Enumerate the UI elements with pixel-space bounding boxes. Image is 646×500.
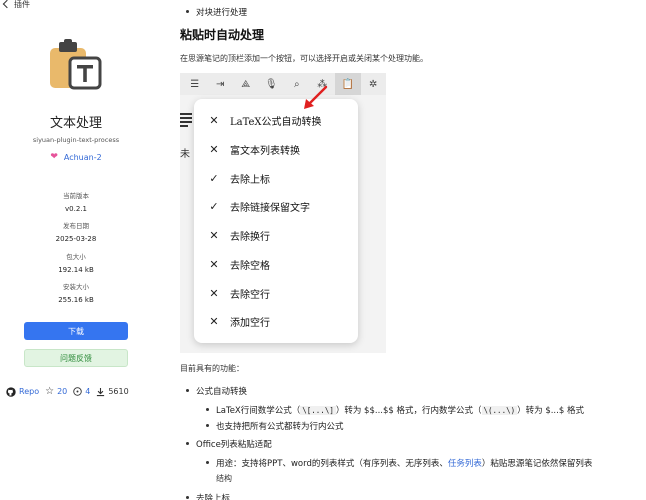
heart-icon: ❤	[50, 152, 58, 162]
download-button[interactable]: 下载	[24, 322, 128, 340]
meta-value: 255.16 kB	[58, 296, 94, 304]
text-segment: 用途：支持将PPT、word的列表样式（有序列表、无序列表、	[216, 459, 448, 469]
check-icon: ✓	[209, 172, 219, 185]
issue-icon	[73, 387, 82, 396]
menu-item-remove-empty-lines: ✕ 去除空行	[208, 286, 270, 301]
section-intro: 在思源笔记的顶栏添加一个按钮，可以选择开启或关闭某个处理功能。	[180, 54, 428, 63]
meta-value: v0.2.1	[65, 205, 87, 213]
meta-value: 2025-03-28	[55, 235, 97, 243]
meta-release-date: 发布日期 2025-03-28	[0, 220, 152, 243]
list-item: 公式自动转换	[185, 387, 248, 397]
menu-item-latex: ✕ LaTeX公式自动转换	[208, 113, 322, 128]
list-item: 也支持把所有公式都转为行内公式	[206, 422, 344, 432]
plugin-package-name: siyuan-plugin-text-process	[32, 136, 120, 144]
author-name: Achuan-2	[63, 152, 102, 162]
downloads-count: 5610	[96, 387, 129, 397]
check-icon: ✓	[209, 200, 219, 213]
features-intro: 目前具有的功能：	[180, 364, 244, 373]
menu-item-remove-linebreaks: ✕ 去除换行	[208, 228, 270, 243]
paste-options-menu: ✕ LaTeX公式自动转换 ✕ 富文本列表转换 ✓ 去除上标 ✓ 去除链接保留文字 ✕ 去…	[194, 99, 358, 343]
download-icon	[97, 387, 105, 396]
menu-item-label: 添加空行	[230, 318, 270, 329]
menu-item-richtext-list: ✕ 富文本列表转换	[208, 142, 300, 157]
clipboard-icon: 📋	[335, 73, 361, 95]
text-segment: ）粘贴思源笔记依然保留列表	[481, 459, 593, 469]
x-icon: ✕	[209, 287, 219, 300]
menu-item-label: 富文本列表转换	[230, 146, 300, 157]
inline-code: \[...\]	[300, 406, 336, 415]
list-item: 去除上标	[185, 492, 230, 500]
menu-item-label: 去除上标	[230, 175, 270, 186]
author-link[interactable]: ❤ Achuan-2	[0, 152, 152, 162]
red-arrow-icon	[304, 85, 328, 109]
meta-key: 包大小	[66, 253, 86, 261]
meta-current-version: 当前版本 v0.2.1	[0, 190, 152, 213]
meta-key: 当前版本	[63, 192, 89, 200]
meta-install-size: 安装大小 255.16 kB	[0, 281, 152, 304]
menu-item-label: 去除空格	[230, 261, 270, 272]
list-item: 对块进行处理	[185, 8, 248, 18]
menu-item-label: 去除链接保留文字	[230, 203, 310, 214]
issues-value: 4	[85, 387, 91, 396]
meta-key: 发布日期	[63, 222, 89, 230]
repo-stats: Repo ☆ 20 4 5610	[6, 386, 129, 397]
list-icon: ☰	[190, 78, 200, 90]
sign-icon: ⟁	[241, 78, 251, 90]
screenshot-figure: ☰ ⇥ ⟁ 🎙 ⌕ ⁂ 📋 ✲ 未 ✕ LaTeX公式自动转换 ✕ 富文本列表转换 …	[180, 73, 386, 353]
plugin-title: 文本处理	[49, 116, 102, 131]
inline-code: \(...\)	[481, 406, 518, 415]
feedback-button[interactable]: 问题反馈	[24, 349, 128, 367]
menu-item-remove-superscript: ✓ 去除上标	[208, 171, 270, 186]
stars-value: 20	[57, 387, 68, 396]
plugin-clipboard-icon	[50, 39, 102, 90]
plugin-info-panel: 文本处理 siyuan-plugin-text-process ❤ Achuan…	[0, 0, 152, 500]
readme-content: 对块进行处理 粘贴时自动处理 在思源笔记的顶栏添加一个按钮，可以选择开启或关闭某…	[180, 0, 646, 500]
figure-toolbar: ☰ ⇥ ⟁ 🎙 ⌕ ⁂ 📋 ✲	[180, 73, 386, 95]
menu-item-label: LaTeX公式自动转换	[230, 117, 322, 128]
menu-item-label: 去除空行	[230, 290, 270, 301]
repo-label: Repo	[19, 387, 40, 396]
mic-icon: 🎙	[264, 78, 278, 90]
menu-item-remove-links: ✓ 去除链接保留文字	[208, 199, 310, 214]
menu-item-add-empty-lines: ✕ 添加空行	[208, 314, 270, 329]
puzzle-icon: ✲	[369, 78, 378, 90]
menu-item-label: 去除换行	[230, 232, 270, 243]
x-icon: ✕	[209, 315, 219, 328]
x-icon: ✕	[209, 258, 219, 271]
text-segment: ）转为 $$...$$ 格式，行内数学公式（	[335, 406, 482, 416]
list-item-wrap: 结构	[216, 474, 232, 483]
x-icon: ✕	[209, 114, 219, 127]
meta-key: 安装大小	[63, 283, 89, 291]
downloads-value: 5610	[108, 387, 129, 396]
login-icon: ⇥	[216, 78, 225, 90]
meta-package-size: 包大小 192.14 kB	[0, 251, 152, 274]
x-icon: ✕	[209, 229, 219, 242]
issues-count[interactable]: 4	[73, 387, 90, 396]
list-item: Office列表粘贴适配	[186, 440, 272, 450]
text-segment: LaTeX行间数学公式（	[216, 406, 301, 416]
section-heading: 粘贴时自动处理	[180, 28, 265, 42]
align-left-icon	[180, 113, 192, 129]
list-item: 用途：支持将PPT、word的列表样式（有序列表、无序列表、任务列表）粘贴思源笔…	[205, 457, 593, 469]
menu-item-remove-spaces: ✕ 去除空格	[208, 257, 270, 272]
task-list-link[interactable]: 任务列表	[448, 459, 482, 469]
meta-value: 192.14 kB	[58, 266, 94, 274]
repo-link[interactable]: Repo	[6, 386, 40, 397]
x-icon: ✕	[209, 143, 219, 156]
stars-count[interactable]: ☆ 20	[45, 386, 67, 397]
star-icon: ☆	[45, 386, 55, 397]
github-icon	[6, 386, 16, 397]
text-segment: ）转为 $...$ 格式	[517, 406, 584, 416]
figure-text: 未	[180, 149, 190, 160]
list-item: LaTeX行间数学公式（ \[...\] ）转为 $$...$$ 格式，行内数学公式…	[206, 404, 584, 416]
